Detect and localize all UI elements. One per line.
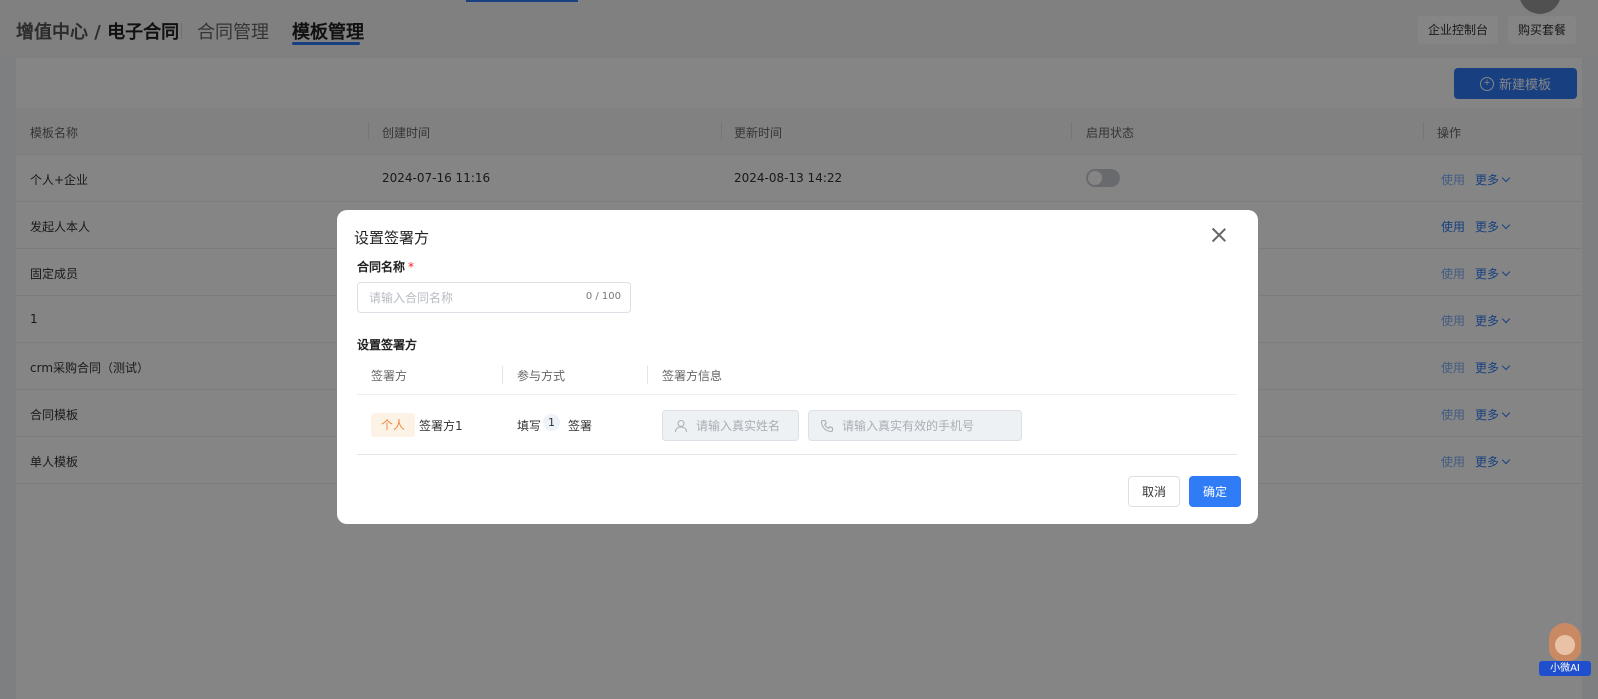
- signers-section-label: 设置签署方: [357, 338, 418, 352]
- close-icon[interactable]: [1209, 225, 1229, 245]
- char-counter: 0 / 100: [585, 291, 621, 302]
- signers-col-method: 参与方式: [517, 369, 566, 383]
- confirm-button[interactable]: 确定: [1189, 476, 1241, 507]
- signers-col-party: 签署方: [371, 369, 408, 383]
- signer-name: 签署方1: [419, 419, 463, 433]
- contract-name-label-text: 合同名称: [357, 260, 406, 274]
- signer-row: 个人 签署方1 填写 1 签署: [357, 396, 1237, 455]
- assistant-avatar-icon: [1549, 623, 1581, 661]
- real-name-field[interactable]: [662, 410, 799, 441]
- ai-assistant-widget[interactable]: 小微AI: [1539, 623, 1591, 677]
- contract-name-field[interactable]: 0 / 100: [357, 282, 631, 313]
- phone-field[interactable]: [808, 410, 1022, 441]
- column-divider: [647, 366, 648, 384]
- real-name-input[interactable]: [688, 411, 798, 440]
- assistant-label: 小微AI: [1539, 661, 1591, 676]
- signing-order-badge: 1: [543, 414, 560, 431]
- signer-type-tag: 个人: [371, 413, 416, 437]
- set-signers-dialog: 设置签署方 合同名称* 0 / 100 设置签署方 签署方 参与方式 签署方信息…: [337, 210, 1258, 524]
- dialog-title: 设置签署方: [354, 229, 430, 247]
- column-divider: [502, 366, 503, 384]
- contract-name-label: 合同名称 *: [357, 258, 414, 275]
- participation-fill: 填写: [517, 419, 542, 433]
- required-mark: *: [408, 260, 415, 274]
- contract-name-input[interactable]: [358, 283, 568, 312]
- cancel-button[interactable]: 取消: [1128, 476, 1180, 507]
- signers-col-info: 签署方信息: [662, 369, 723, 383]
- user-icon: [674, 419, 688, 432]
- signers-table-header: 签署方 参与方式 签署方信息: [357, 355, 1237, 395]
- phone-input[interactable]: [834, 411, 1021, 440]
- participation-sign: 签署: [568, 419, 593, 433]
- phone-icon: [820, 419, 834, 432]
